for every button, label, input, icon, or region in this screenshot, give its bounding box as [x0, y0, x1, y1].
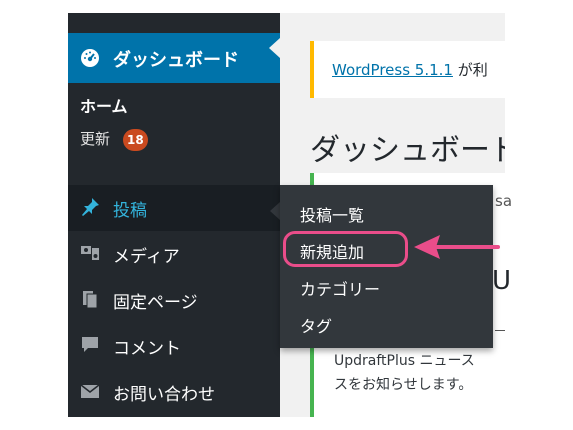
dashboard-gauge-icon — [81, 49, 99, 67]
submenu-updates[interactable]: 更新 — [80, 128, 110, 149]
sidebar-item-dashboard[interactable]: ダッシュボード — [68, 33, 280, 83]
sidebar-item-pages[interactable]: 固定ページ — [68, 277, 280, 323]
highlight-ring — [283, 231, 408, 267]
partial-text: sa — [495, 192, 513, 210]
partial-heading: U — [492, 266, 512, 296]
mail-icon — [80, 384, 100, 398]
sidebar-item-label: 固定ページ — [113, 293, 198, 313]
sidebar-item-label: コメント — [113, 339, 181, 359]
flyout-item-tags[interactable]: タグ — [300, 313, 332, 337]
update-notice: WordPress 5.1.1 が利 — [310, 41, 505, 98]
widget-text-line1: UpdraftPlus ニュース — [334, 353, 475, 369]
page-title: ダッシュボード — [310, 133, 505, 168]
sidebar-item-label: 投稿 — [113, 201, 147, 221]
sidebar-item-contact[interactable]: お問い合わせ — [68, 369, 280, 415]
sidebar-item-posts[interactable]: 投稿 — [68, 185, 280, 231]
notice-text: WordPress 5.1.1 が利 — [332, 59, 488, 80]
notice-link[interactable]: WordPress 5.1.1 — [332, 61, 453, 79]
admin-sidebar: ダッシュボード ホーム 更新 18 投稿 メディア 固定ページ コメント お問い… — [68, 13, 280, 417]
flyout-item-all-posts[interactable]: 投稿一覧 — [300, 202, 364, 226]
sidebar-item-label: ダッシュボード — [113, 50, 239, 71]
pointer-arrow-icon — [414, 235, 500, 259]
pages-icon — [83, 291, 98, 309]
comment-icon — [82, 337, 98, 352]
flyout-pointer — [270, 202, 280, 220]
update-count-badge: 18 — [123, 129, 148, 151]
widget-text-line2: スをお知らせします。 — [334, 377, 473, 393]
flyout-item-categories[interactable]: カテゴリー — [300, 276, 380, 300]
current-menu-notch — [269, 38, 280, 58]
sidebar-item-label: メディア — [113, 247, 180, 267]
notice-rest: が利 — [452, 61, 488, 79]
sidebar-item-media[interactable]: メディア — [68, 231, 280, 277]
pin-icon — [82, 198, 99, 216]
divider — [495, 330, 505, 331]
submenu-home[interactable]: ホーム — [80, 93, 128, 117]
sidebar-item-label: お問い合わせ — [113, 385, 215, 405]
sidebar-item-comments[interactable]: コメント — [68, 323, 280, 369]
media-icon — [81, 246, 99, 260]
